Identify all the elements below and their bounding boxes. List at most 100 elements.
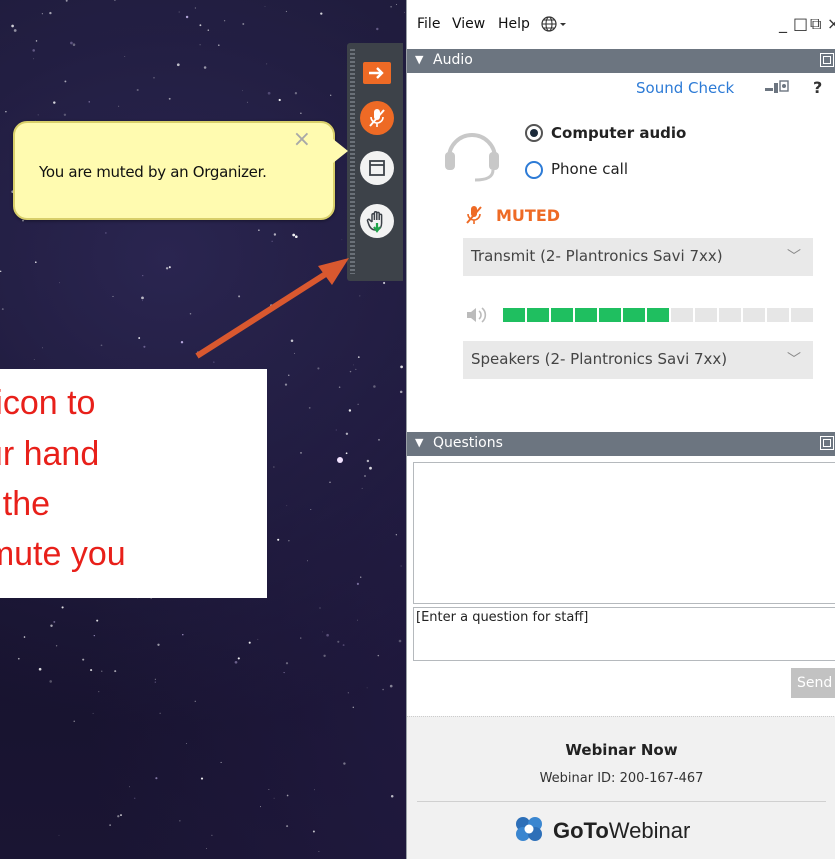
star [342, 644, 345, 647]
toolbar-grip[interactable] [350, 49, 355, 274]
star [182, 634, 184, 636]
star [337, 640, 340, 643]
phone-call-radio[interactable] [525, 161, 543, 179]
question-input-placeholder: [Enter a question for staff] [416, 610, 589, 625]
star [343, 762, 346, 765]
star [157, 643, 160, 646]
star [270, 304, 272, 307]
gotowebinar-control-panel: File View Help _ □ ⧉ × ▼ Audio Sound Che… [406, 0, 835, 859]
star [65, 0, 68, 2]
muted-tooltip: × You are muted by an Organizer. [13, 121, 348, 220]
star [185, 15, 189, 19]
star [306, 560, 308, 562]
sound-check-link[interactable]: Sound Check [636, 79, 734, 97]
computer-audio-radio[interactable] [525, 124, 543, 142]
collapse-triangle-icon: ▼ [415, 53, 424, 66]
star [352, 364, 354, 366]
star [211, 834, 213, 836]
show-panel-button[interactable] [357, 148, 397, 188]
close-button[interactable]: × [827, 14, 835, 33]
level-segment [503, 308, 525, 322]
speaker-icon [465, 306, 491, 329]
popout-icon[interactable] [820, 53, 834, 67]
star [168, 266, 171, 269]
footer-divider [417, 801, 826, 802]
collapse-triangle-icon: ▼ [415, 436, 424, 449]
microphone-muted-icon [360, 101, 394, 135]
popout-icon[interactable] [820, 436, 834, 450]
star [300, 637, 302, 639]
star [278, 98, 281, 102]
star [273, 797, 275, 799]
webinar-side-toolbar [347, 43, 403, 281]
speakers-dropdown[interactable]: Speakers (2- Plantronics Savi 7xx) ﹀ [463, 341, 813, 379]
star [178, 11, 180, 13]
star [179, 820, 181, 822]
star [143, 345, 146, 348]
star [335, 429, 337, 431]
menu-help[interactable]: Help [498, 16, 530, 32]
minimize-button[interactable]: _ [779, 14, 787, 33]
raise-hand-button[interactable] [357, 201, 397, 241]
questions-header-title: Questions [433, 435, 503, 451]
audio-help-icon[interactable]: ? [813, 78, 822, 97]
star [72, 43, 76, 46]
questions-section-header[interactable]: ▼ Questions [407, 432, 835, 456]
star [398, 639, 402, 643]
star [273, 233, 277, 236]
star [41, 13, 43, 15]
star [382, 688, 384, 691]
callout-line-3: est the [0, 485, 51, 523]
star [33, 359, 35, 360]
audio-section-header[interactable]: ▼ Audio [407, 49, 835, 73]
gotowebinar-logo-icon [513, 815, 545, 848]
star [141, 296, 144, 300]
collapse-panel-button[interactable] [357, 53, 397, 93]
star [320, 12, 323, 15]
star [349, 370, 352, 373]
star [37, 114, 39, 116]
star [347, 692, 349, 694]
globe-language-icon[interactable] [540, 14, 570, 39]
star [257, 638, 259, 640]
audio-settings-icon[interactable] [765, 80, 791, 103]
level-segment [743, 308, 765, 322]
star [285, 10, 287, 13]
tooltip-close-icon[interactable]: × [293, 129, 311, 151]
maximize-button[interactable]: □ [793, 14, 808, 33]
star [318, 851, 320, 852]
star [165, 267, 169, 270]
star [321, 631, 323, 633]
star [284, 383, 288, 386]
star [63, 113, 67, 117]
question-input[interactable]: [Enter a question for staff] [413, 607, 835, 661]
star [159, 712, 161, 714]
star [290, 339, 294, 342]
gotowebinar-wordmark: GoToWebinar [553, 818, 691, 843]
callout-line-4: unmute you [0, 535, 126, 573]
star [33, 58, 35, 60]
star [180, 341, 184, 344]
star [1, 308, 4, 311]
star [280, 299, 284, 302]
menu-file[interactable]: File [417, 16, 440, 32]
star [49, 11, 52, 15]
star [207, 29, 210, 31]
webinar-footer: Webinar Now Webinar ID: 200-167-467 GoTo… [407, 716, 835, 859]
tooltip-message: You are muted by an Organizer. [39, 163, 267, 181]
muted-status: MUTED [496, 206, 561, 225]
star [361, 487, 363, 489]
transmit-value: Transmit (2- Plantronics Savi 7xx) [471, 247, 723, 265]
phone-call-label: Phone call [551, 160, 629, 178]
send-button[interactable]: Send [791, 668, 835, 698]
window-panel-icon [360, 151, 394, 185]
mute-toggle-button[interactable] [357, 98, 397, 138]
transmit-dropdown[interactable]: Transmit (2- Plantronics Savi 7xx) ﹀ [463, 238, 813, 276]
computer-audio-label: Computer audio [551, 124, 687, 142]
star [50, 624, 53, 628]
star [41, 347, 44, 349]
raise-hand-icon [360, 204, 394, 238]
questions-log[interactable] [413, 462, 835, 604]
menu-view[interactable]: View [452, 16, 485, 32]
popout-button[interactable]: ⧉ [810, 14, 821, 34]
